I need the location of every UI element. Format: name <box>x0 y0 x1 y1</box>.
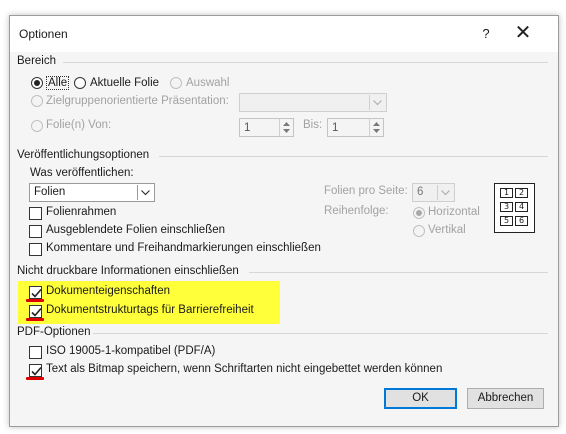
radio-folien-label: Folie(n) Von: <box>46 119 112 131</box>
folien-pro-seite-dropdown[interactable]: 6 <box>412 183 455 202</box>
iso-pdfa-label: ISO 19005-1-kompatibel (PDF/A) <box>46 345 216 357</box>
veroeffentlichung-heading: Veröffentlichungsoptionen <box>17 149 150 161</box>
was-veroeffentlichen-dropdown[interactable]: Folien <box>29 183 155 202</box>
radio-horizontal[interactable] <box>413 207 425 219</box>
dialog-title: Optionen <box>19 27 68 41</box>
checkbox-dokumenteigenschaften[interactable] <box>29 286 42 299</box>
radio-vertikal[interactable] <box>413 225 425 237</box>
page-layout-preview: 1 2 3 4 5 6 <box>494 183 535 233</box>
checkbox-iso-pdfa[interactable] <box>29 346 42 359</box>
title-bar: Optionen ? ✕ <box>10 16 558 52</box>
preview-slot: 6 <box>515 216 528 226</box>
checkbox-kommentare[interactable] <box>29 243 42 256</box>
radio-alle[interactable] <box>31 77 43 89</box>
folien-pro-seite-label: Folien pro Seite: <box>324 185 408 197</box>
folienrahmen-label: Folienrahmen <box>46 206 117 218</box>
chevron-down-icon <box>369 95 385 110</box>
checkbox-folienrahmen[interactable] <box>29 207 42 220</box>
radio-folien[interactable] <box>31 120 43 132</box>
veroeffentlichung-separator <box>159 156 548 157</box>
checkbox-dokumentstrukturtags[interactable] <box>29 305 42 318</box>
preview-slot: 3 <box>500 202 513 212</box>
von-spinner[interactable]: 1 <box>239 118 294 137</box>
cancel-button[interactable]: Abbrechen <box>467 388 544 409</box>
preview-slot: 5 <box>500 216 513 226</box>
was-veroeffentlichen-value: Folien <box>34 186 66 198</box>
ok-button[interactable]: OK <box>384 388 457 409</box>
preview-slot: 1 <box>500 188 513 198</box>
red-underline-annotation <box>26 318 44 321</box>
checkbox-ausgeblendete-folien[interactable] <box>29 225 42 238</box>
bis-spinner[interactable]: 1 <box>327 118 384 137</box>
radio-aktuelle-folie-label: Aktuelle Folie <box>90 77 160 89</box>
close-button[interactable]: ✕ <box>510 22 536 46</box>
preview-slot: 4 <box>515 202 528 212</box>
bereich-heading: Bereich <box>17 55 56 67</box>
bis-label: Bis: <box>303 119 323 131</box>
text-als-bitmap-label: Text als Bitmap speichern, wenn Schrifta… <box>46 363 443 375</box>
chevron-down-icon <box>437 185 453 200</box>
bereich-separator <box>63 62 548 63</box>
radio-auswahl-label: Auswahl <box>186 77 230 89</box>
spinner-arrows-icon[interactable] <box>369 119 383 136</box>
red-underline-annotation <box>26 299 44 302</box>
radio-alle-label: Alle <box>46 76 70 90</box>
radio-auswahl[interactable] <box>170 77 182 89</box>
checkbox-text-als-bitmap[interactable] <box>29 364 42 377</box>
reihenfolge-label: Reihenfolge: <box>324 205 389 217</box>
zielgruppe-dropdown[interactable] <box>239 93 387 112</box>
nicht-druckbar-heading: Nicht druckbare Informationen einschließ… <box>17 265 239 277</box>
was-veroeffentlichen-label: Was veröffentlichen: <box>30 167 134 179</box>
chevron-down-icon <box>137 185 153 200</box>
vertikal-label: Vertikal <box>428 224 466 236</box>
radio-zielgruppe-label: Zielgruppenorientierte Präsentation: <box>46 95 229 107</box>
bis-value: 1 <box>332 122 339 134</box>
folien-pro-seite-value: 6 <box>417 186 424 198</box>
ausgeblendete-folien-label: Ausgeblendete Folien einschließen <box>46 224 226 236</box>
dokumenteigenschaften-label: Dokumenteigenschaften <box>46 285 171 297</box>
pdf-optionen-separator <box>93 333 548 334</box>
von-value: 1 <box>244 122 251 134</box>
red-underline-annotation <box>26 377 44 380</box>
spinner-arrows-icon[interactable] <box>279 119 293 136</box>
dokumentstrukturtags-label: Dokumentstrukturtags für Barrierefreihei… <box>46 304 254 316</box>
nicht-druckbar-separator <box>249 272 548 273</box>
pdf-optionen-heading: PDF-Optionen <box>17 326 91 338</box>
horizontal-label: Horizontal <box>428 206 480 218</box>
radio-aktuelle-folie[interactable] <box>74 77 86 89</box>
preview-slot: 2 <box>515 188 528 198</box>
help-button[interactable]: ? <box>476 24 496 44</box>
radio-zielgruppe[interactable] <box>31 95 43 107</box>
kommentare-label: Kommentare und Freihandmarkierungen eins… <box>46 242 321 254</box>
